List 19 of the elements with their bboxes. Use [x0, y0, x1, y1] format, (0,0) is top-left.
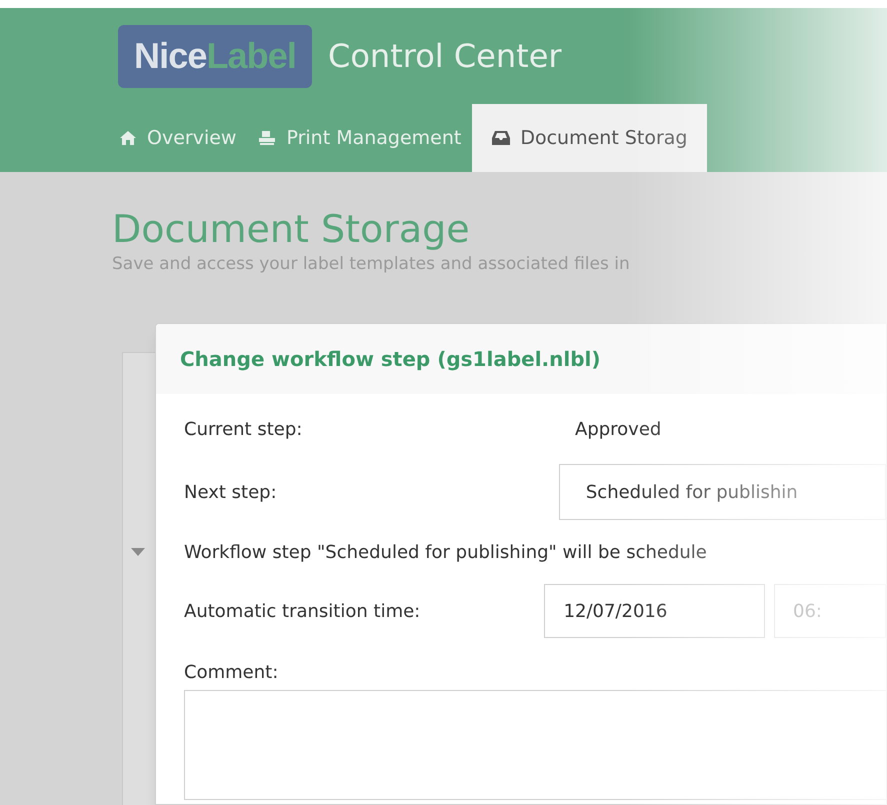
- comment-field[interactable]: [184, 690, 886, 800]
- field-value: Approved: [575, 418, 662, 442]
- page-title: Document Storage: [112, 206, 471, 252]
- printer-icon: [258, 130, 276, 146]
- field-label: Comment:: [184, 661, 280, 685]
- info-text: Workflow step "Scheduled for publishing" will be schedule: [184, 540, 708, 564]
- dialog-title: Change workflow step (gs1label.nlbl): [180, 346, 601, 373]
- field-label: Automatic transition time:: [184, 600, 422, 624]
- logo: NiceLabel: [118, 24, 312, 88]
- field-label: Next step:: [184, 480, 278, 504]
- step-dropdown[interactable]: Scheduled for publishin: [558, 464, 886, 520]
- app-title: Control Center: [328, 36, 562, 77]
- field-label: Current step:: [184, 418, 304, 442]
- caret-icon: [131, 548, 145, 556]
- nav-tab[interactable]: Document Storag: [472, 104, 708, 172]
- page-subtitle: Save and access your label templates and associated files in: [112, 253, 631, 276]
- home-icon: [119, 130, 137, 146]
- date-field[interactable]: 12/07/2016: [544, 584, 766, 638]
- inbox-icon: [492, 130, 510, 146]
